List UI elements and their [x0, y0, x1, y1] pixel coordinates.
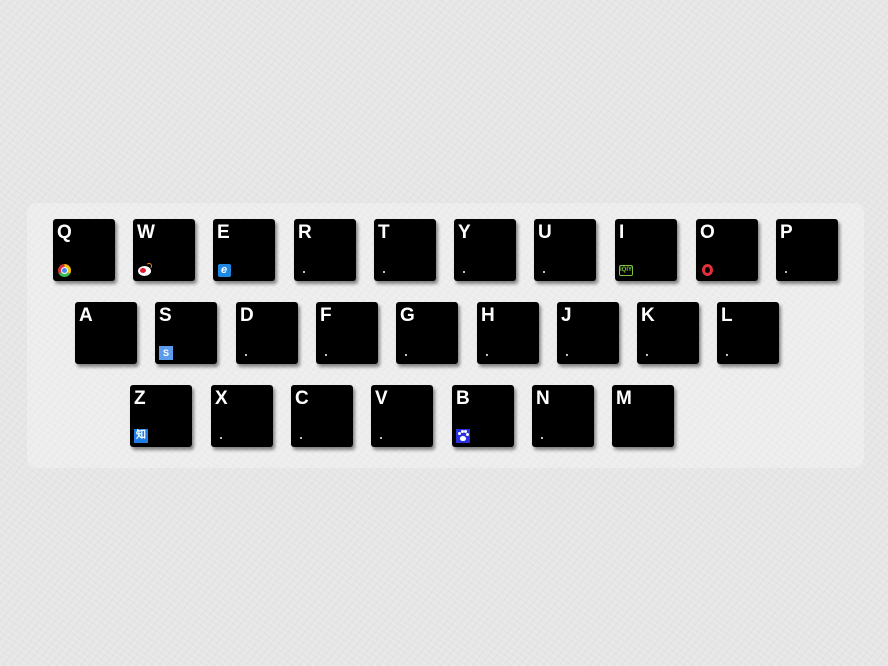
key-q[interactable]: Q: [53, 219, 115, 281]
key-letter: W: [137, 222, 155, 243]
dot-icon: [220, 437, 222, 439]
key-i[interactable]: I iQIY: [615, 219, 677, 281]
key-m[interactable]: M: [612, 385, 674, 447]
dot-icon: [785, 271, 787, 273]
key-letter: T: [378, 222, 390, 243]
key-letter: H: [481, 305, 495, 326]
opera-icon: [700, 263, 714, 277]
zhihu-icon: 知: [134, 429, 148, 443]
dot-icon: [245, 354, 247, 356]
key-letter: P: [780, 222, 793, 243]
key-letter: R: [298, 222, 312, 243]
weibo-icon: [137, 263, 152, 277]
dot-icon: [646, 354, 648, 356]
key-g[interactable]: G: [396, 302, 458, 364]
key-u[interactable]: U: [534, 219, 596, 281]
key-t[interactable]: T: [374, 219, 436, 281]
key-p[interactable]: P: [776, 219, 838, 281]
dot-icon: [463, 271, 465, 273]
key-letter: G: [400, 305, 415, 326]
dot-icon: [543, 271, 545, 273]
dot-icon: [383, 271, 385, 273]
dot-icon: [541, 437, 543, 439]
keyboard-panel: Q W E e R T Y U I iQIY O P A S S D F G H…: [27, 203, 864, 468]
dot-icon: [566, 354, 568, 356]
key-r[interactable]: R: [294, 219, 356, 281]
key-letter: C: [295, 388, 309, 409]
sogou-icon: S: [159, 346, 173, 360]
dot-icon: [380, 437, 382, 439]
dot-icon: [486, 354, 488, 356]
key-w[interactable]: W: [133, 219, 195, 281]
key-letter: U: [538, 222, 552, 243]
key-a[interactable]: A: [75, 302, 137, 364]
key-j[interactable]: J: [557, 302, 619, 364]
key-letter: M: [616, 388, 632, 409]
chrome-icon: [57, 263, 71, 277]
key-n[interactable]: N: [532, 385, 594, 447]
key-letter: O: [700, 222, 715, 243]
key-e[interactable]: E e: [213, 219, 275, 281]
baidu-icon: [456, 429, 470, 443]
key-letter: L: [721, 305, 733, 326]
key-h[interactable]: H: [477, 302, 539, 364]
iqiyi-icon: iQIY: [619, 263, 633, 277]
dot-icon: [726, 354, 728, 356]
key-s[interactable]: S S: [155, 302, 217, 364]
key-letter: Z: [134, 388, 146, 409]
key-letter: X: [215, 388, 228, 409]
ie-browser-icon: e: [217, 263, 231, 277]
dot-icon: [303, 271, 305, 273]
key-letter: I: [619, 222, 625, 243]
dot-icon: [405, 354, 407, 356]
key-letter: N: [536, 388, 550, 409]
key-d[interactable]: D: [236, 302, 298, 364]
key-c[interactable]: C: [291, 385, 353, 447]
key-v[interactable]: V: [371, 385, 433, 447]
key-letter: Q: [57, 222, 72, 243]
key-letter: D: [240, 305, 254, 326]
key-letter: J: [561, 305, 572, 326]
key-letter: V: [375, 388, 388, 409]
dot-icon: [325, 354, 327, 356]
key-letter: A: [79, 305, 93, 326]
key-z[interactable]: Z 知: [130, 385, 192, 447]
key-letter: K: [641, 305, 655, 326]
key-b[interactable]: B: [452, 385, 514, 447]
key-k[interactable]: K: [637, 302, 699, 364]
key-x[interactable]: X: [211, 385, 273, 447]
key-o[interactable]: O: [696, 219, 758, 281]
key-letter: B: [456, 388, 470, 409]
key-f[interactable]: F: [316, 302, 378, 364]
dot-icon: [300, 437, 302, 439]
key-letter: E: [217, 222, 230, 243]
key-y[interactable]: Y: [454, 219, 516, 281]
key-letter: F: [320, 305, 332, 326]
key-letter: S: [159, 305, 172, 326]
key-letter: Y: [458, 222, 471, 243]
key-l[interactable]: L: [717, 302, 779, 364]
